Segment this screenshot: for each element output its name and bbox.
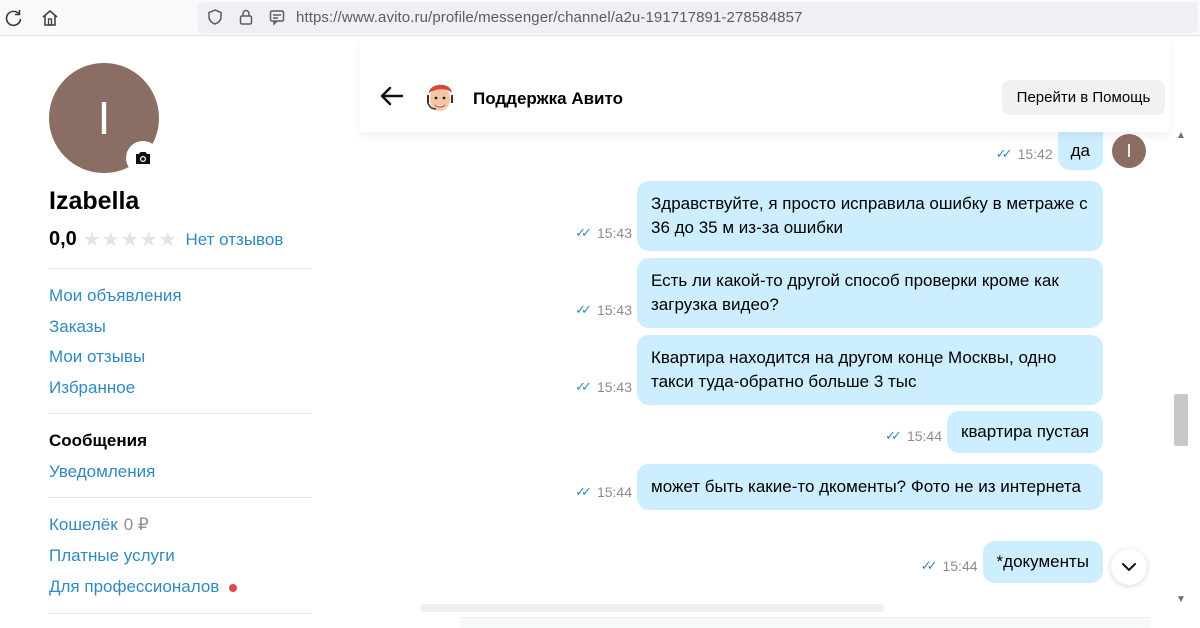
profile-sidebar: I Izabella 0,0 ★★★★★ Нет отзывов Мои объ… [0, 37, 340, 628]
message-list[interactable]: I ✓✓ 15:42 да ✓✓ 15:43 Здравствуйте, я про… [360, 132, 1170, 608]
message-time: 15:43 [596, 302, 632, 318]
scroll-down-arrow-icon[interactable]: ▼ [1176, 594, 1186, 605]
message-time: 15:43 [596, 225, 632, 241]
rating-row: 0,0 ★★★★★ Нет отзывов [49, 227, 283, 252]
divider [49, 497, 312, 498]
message-time: 15:42 [1017, 146, 1053, 162]
read-ticks-icon: ✓✓ [575, 379, 592, 394]
message: ✓✓ 15:44 квартира пустая [885, 411, 1103, 453]
bottom-bar [420, 604, 885, 612]
url-text[interactable]: https://www.avito.ru/profile/messenger/c… [296, 9, 803, 26]
divider [49, 613, 312, 614]
reload-icon[interactable] [4, 8, 24, 28]
back-arrow-icon[interactable] [380, 86, 404, 106]
star-icon: ★ [139, 229, 158, 251]
divider [49, 268, 312, 269]
message-time: 15:43 [596, 379, 632, 395]
message-time: 15:44 [596, 484, 632, 500]
favorites-link[interactable]: Избранное [49, 378, 135, 398]
scrollbar[interactable]: ▲ ▼ [1172, 130, 1192, 610]
my-reviews-link[interactable]: Мои отзывы [49, 347, 145, 367]
message: ✓✓ 15:43 Здравствуйте, я просто исправила… [575, 181, 1103, 251]
message-bubble: квартира пустая [947, 411, 1103, 453]
message: ✓✓ 15:44 *документы [921, 541, 1103, 583]
rating-value: 0,0 [49, 228, 77, 250]
read-ticks-icon: ✓✓ [575, 302, 592, 317]
wallet-label: Кошелёк [49, 515, 118, 534]
page-info-icon[interactable] [268, 8, 286, 26]
support-avatar-icon [427, 84, 453, 111]
message-bubble: может быть какие-то дкоменты? Фото не из… [637, 464, 1103, 510]
message-time: 15:44 [942, 558, 978, 574]
divider [49, 413, 312, 414]
notification-dot [229, 583, 238, 592]
home-icon[interactable] [40, 8, 60, 28]
paid-services-link[interactable]: Платные услуги [49, 546, 175, 566]
read-ticks-icon: ✓✓ [995, 146, 1013, 161]
message-bubble: Есть ли какой-то другой способ проверки … [637, 258, 1103, 328]
scroll-up-arrow-icon[interactable]: ▲ [1176, 130, 1186, 141]
camera-icon [136, 152, 150, 164]
read-ticks-icon: ✓✓ [575, 225, 592, 240]
user-name: Izabella [49, 187, 140, 215]
wallet-link[interactable]: Кошелёк 0 ₽ [49, 515, 149, 535]
message-bubble: Здравствуйте, я просто исправила ошибку … [637, 181, 1103, 251]
message-meta: ✓✓ 15:43 [575, 302, 632, 318]
scroll-to-bottom-button[interactable] [1111, 549, 1147, 585]
chat-title: Поддержка Авито [473, 89, 623, 108]
read-ticks-icon: ✓✓ [920, 558, 938, 573]
message-meta: ✓✓ 15:42 [996, 146, 1053, 162]
message-bubble: *документы [982, 541, 1103, 583]
star-icon: ★ [120, 229, 139, 251]
change-photo-button[interactable] [128, 143, 158, 173]
message-meta: ✓✓ 15:44 [921, 558, 978, 574]
go-to-help-button[interactable]: Перейти в Помощь [1002, 80, 1165, 115]
for-pros-label: Для профессионалов [49, 577, 220, 596]
message-bubble: Квартира находится на другом конце Москв… [637, 335, 1103, 405]
notifications-link[interactable]: Уведомления [49, 462, 155, 482]
message-time: 15:44 [906, 428, 942, 444]
my-ads-link[interactable]: Мои объявления [49, 286, 182, 306]
star-icon: ★ [82, 229, 101, 251]
message-meta: ✓✓ 15:44 [575, 484, 632, 500]
message-bubble: да [1057, 132, 1103, 170]
my-avatar: I [1112, 134, 1146, 168]
star-icon: ★ [101, 229, 120, 251]
read-ticks-icon: ✓✓ [885, 428, 902, 443]
browser-toolbar: https://www.avito.ru/profile/messenger/c… [0, 0, 1200, 36]
star-icon: ★ [158, 229, 177, 251]
shield-icon[interactable] [206, 8, 224, 26]
wallet-amount: 0 ₽ [123, 515, 149, 534]
messages-link[interactable]: Сообщения [49, 431, 147, 451]
message-input-area[interactable] [460, 617, 1150, 628]
message-meta: ✓✓ 15:43 [575, 379, 632, 395]
scrollbar-thumb[interactable] [1174, 394, 1188, 446]
rating-stars: ★★★★★ [83, 227, 178, 252]
message-meta: ✓✓ 15:43 [575, 225, 632, 241]
message: ✓✓ 15:43 Квартира находится на другом кон… [575, 335, 1103, 405]
reviews-link[interactable]: Нет отзывов [186, 230, 284, 250]
chevron-down-icon [1122, 563, 1136, 571]
read-ticks-icon: ✓✓ [575, 484, 592, 499]
lock-icon[interactable] [237, 8, 255, 26]
for-pros-link[interactable]: Для профессионалов [49, 577, 238, 597]
message-meta: ✓✓ 15:44 [885, 428, 942, 444]
message: ✓✓ 15:44 может быть какие-то дкоменты? Фо… [575, 464, 1103, 510]
message: ✓✓ 15:43 Есть ли какой-то другой способ п… [575, 258, 1103, 328]
message: ✓✓ 15:42 да [996, 132, 1103, 170]
orders-link[interactable]: Заказы [49, 317, 106, 337]
chat-header: Поддержка Авито Перейти в Помощь [360, 37, 1170, 132]
